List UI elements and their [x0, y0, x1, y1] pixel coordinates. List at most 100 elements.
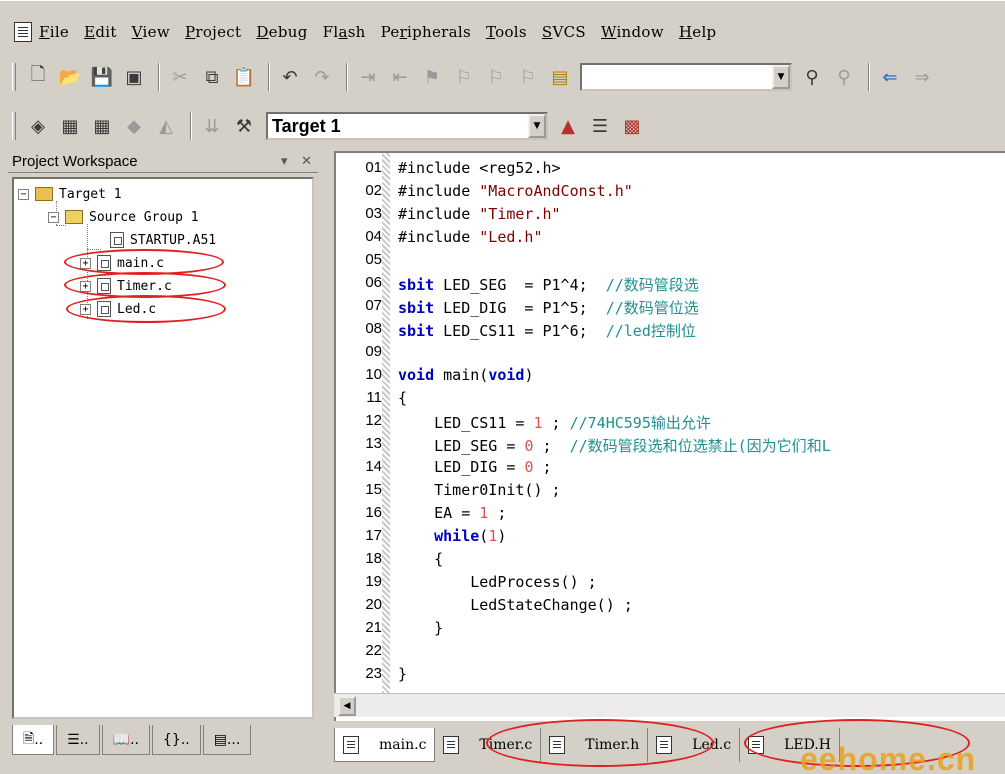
tree-file[interactable]: + Led.c	[80, 298, 156, 320]
file-tab-main-c[interactable]: main.c	[334, 728, 436, 762]
tree-group[interactable]: − Source Group 1	[48, 206, 199, 228]
code-line[interactable]: EA = 1 ;	[398, 504, 506, 522]
code-line[interactable]: sbit LED_CS11 = P1^6; //led控制位	[398, 320, 696, 341]
tree-file[interactable]: + Timer.c	[80, 275, 172, 297]
save-icon[interactable]: 💾	[88, 62, 116, 92]
bookmark-prev-icon[interactable]: ⚐	[450, 62, 478, 92]
target-options-icon[interactable]: ⚒	[230, 111, 258, 141]
collapse-icon[interactable]: −	[18, 188, 29, 200]
expand-icon[interactable]: +	[80, 303, 91, 315]
find-binoculars-icon[interactable]: ⚲	[798, 62, 826, 92]
device-database-icon[interactable]: ▩	[618, 111, 646, 141]
code-text: Timer0Init() ;	[398, 481, 561, 499]
close-icon[interactable]: ✕	[301, 153, 312, 168]
code-text: LED_DIG =	[398, 458, 525, 476]
back-arrow-icon[interactable]: ⇐	[876, 62, 904, 92]
build-icon[interactable]: ▦	[56, 111, 84, 141]
code-line[interactable]: while(1)	[398, 527, 506, 545]
tab-files[interactable]: 🗎..	[12, 725, 55, 755]
toolbar-grip[interactable]	[12, 63, 16, 91]
menu-debug[interactable]: Debug	[255, 21, 308, 43]
pin-icon[interactable]: ▾	[281, 153, 288, 168]
code-editor[interactable]: 01 02 03 04 05 06 07 08 09 10 11 12 13 1…	[334, 151, 1005, 721]
open-folder-icon[interactable]: 📂	[56, 62, 84, 92]
code-line[interactable]: LedStateChange() ;	[398, 596, 633, 614]
scroll-left-icon[interactable]: ◀	[338, 696, 356, 716]
code-line[interactable]: Timer0Init() ;	[398, 481, 561, 499]
code-line[interactable]: }	[398, 619, 443, 637]
code-line[interactable]: #include "Timer.h"	[398, 205, 561, 223]
code-line[interactable]: #include <reg52.h>	[398, 159, 561, 177]
code-line[interactable]: #include "MacroAndConst.h"	[398, 182, 633, 200]
cut-icon[interactable]: ✂	[166, 62, 194, 92]
code-line[interactable]: {	[398, 550, 443, 568]
target-select[interactable]: Target 1 ▼	[266, 112, 548, 140]
line-number: 01	[365, 159, 382, 176]
menu-tools[interactable]: Tools	[485, 21, 528, 43]
find-combo[interactable]: ▼	[580, 63, 792, 91]
bookmark-clear-icon[interactable]: ⚐	[514, 62, 542, 92]
books-tab-icon: 📖	[112, 731, 131, 748]
find-in-files-icon[interactable]: ▤	[546, 62, 574, 92]
indent-icon[interactable]: ⇥	[354, 62, 382, 92]
menu-peripherals[interactable]: Peripherals	[380, 21, 472, 43]
menu-help[interactable]: Help	[678, 21, 718, 43]
manage-files-icon[interactable]: ☰	[586, 111, 614, 141]
tab-books[interactable]: 📖..	[101, 725, 150, 755]
panel-splitter[interactable]	[318, 151, 332, 763]
code-line[interactable]: void main(void)	[398, 366, 533, 384]
horizontal-scrollbar[interactable]: ◀	[334, 693, 1005, 717]
tab-templates[interactable]: ▤...	[202, 725, 252, 755]
menu-window[interactable]: Window	[600, 21, 665, 43]
rebuild-icon[interactable]: ▦	[88, 111, 116, 141]
bookmark-toggle-icon[interactable]: ⚑	[418, 62, 446, 92]
collapse-icon[interactable]: −	[48, 211, 59, 223]
tab-functions[interactable]: {}..	[151, 725, 201, 755]
line-number: 03	[365, 205, 382, 222]
translate-icon[interactable]: ◈	[24, 111, 52, 141]
components-icon[interactable]: ▲	[554, 111, 582, 141]
stop-build-icon[interactable]: ◭	[152, 111, 180, 141]
code-line[interactable]: {	[398, 389, 407, 407]
code-line[interactable]: LedProcess() ;	[398, 573, 596, 591]
code-line[interactable]: sbit LED_DIG = P1^5; //数码管位选	[398, 297, 699, 318]
code-line[interactable]: LED_DIG = 0 ;	[398, 458, 551, 476]
batch-build-icon[interactable]: ◆	[120, 111, 148, 141]
bookmark-next-icon[interactable]: ⚐	[482, 62, 510, 92]
code-line[interactable]: LED_SEG = 0 ; //数码管段选和位选禁止(因为它们和L	[398, 435, 831, 456]
code-line[interactable]: LED_CS11 = 1 ; //74HC595输出允许	[398, 412, 711, 433]
file-tab-timer-h[interactable]: Timer.h	[541, 728, 649, 762]
code-text: {	[398, 389, 408, 407]
file-tab-label: Timer.c	[479, 737, 533, 753]
code-line[interactable]: }	[398, 665, 407, 683]
tree-target[interactable]: − Target 1	[18, 183, 122, 205]
file-tab-led-c[interactable]: Led.c	[648, 728, 741, 762]
incremental-find-icon[interactable]: ⚲	[830, 62, 858, 92]
copy-icon[interactable]: ⧉	[198, 62, 226, 92]
undo-icon[interactable]: ↶	[276, 62, 304, 92]
redo-icon[interactable]: ↷	[308, 62, 336, 92]
forward-arrow-icon[interactable]: ⇒	[908, 62, 936, 92]
paste-icon[interactable]: 📋	[230, 62, 258, 92]
chevron-down-icon[interactable]: ▼	[528, 114, 546, 138]
expand-icon[interactable]: +	[80, 257, 91, 269]
menu-flash[interactable]: Flash	[322, 21, 367, 43]
menu-edit[interactable]: Edit	[83, 21, 118, 43]
menu-project[interactable]: Project	[184, 21, 242, 43]
menu-svcs[interactable]: SVCS	[541, 21, 587, 43]
save-all-icon[interactable]: ▣	[120, 62, 148, 92]
tab-regs[interactable]: ☰..	[56, 725, 100, 755]
tree-file[interactable]: STARTUP.A51	[110, 229, 216, 251]
code-line[interactable]: sbit LED_SEG = P1^4; //数码管段选	[398, 274, 699, 295]
expand-icon[interactable]: +	[80, 280, 91, 292]
toolbar-grip[interactable]	[12, 112, 16, 140]
code-line[interactable]: #include "Led.h"	[398, 228, 543, 246]
download-icon[interactable]: ⇊	[198, 111, 226, 141]
tree-file[interactable]: + main.c	[80, 252, 164, 274]
chevron-down-icon[interactable]: ▼	[772, 65, 790, 89]
file-tab-timer-c[interactable]: Timer.c	[435, 728, 542, 762]
unindent-icon[interactable]: ⇤	[386, 62, 414, 92]
menu-view[interactable]: View	[131, 21, 171, 43]
new-file-icon[interactable]: 🗋	[24, 62, 52, 92]
menu-file[interactable]: File	[38, 21, 70, 43]
